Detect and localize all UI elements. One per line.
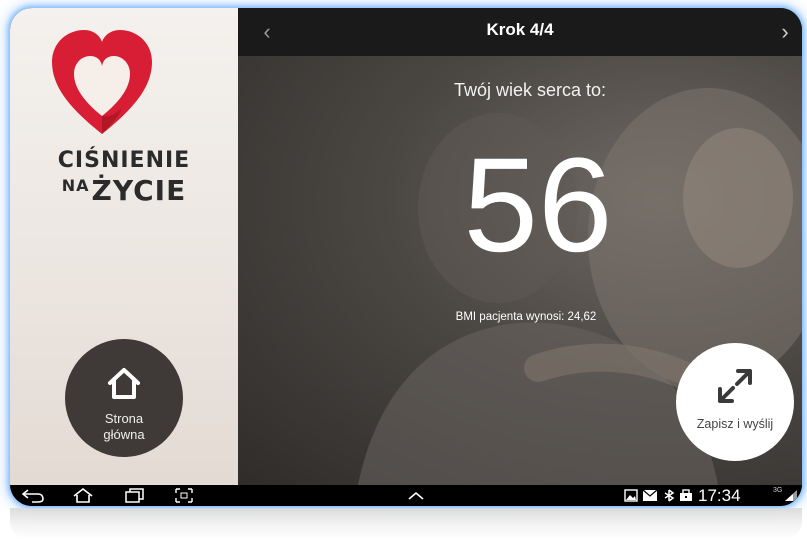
home-icon — [108, 368, 140, 399]
network-type: 3G — [773, 487, 783, 494]
next-step-button[interactable]: › — [772, 18, 798, 46]
save-and-send-button[interactable]: Zapisz i wyślij — [676, 343, 794, 461]
main-panel: ‹ Krok 4/4 › Twój wiek serca to: 56 BMI … — [238, 8, 802, 485]
logo-line-1: CIŚNIENIE — [57, 148, 191, 173]
device-reflection — [10, 508, 802, 539]
screenshot-icon[interactable] — [174, 487, 194, 504]
home-label: Strona główna — [65, 411, 183, 443]
gallery-icon — [624, 489, 638, 502]
clock: 17:34 — [698, 486, 741, 505]
up-chevron-icon[interactable] — [406, 487, 426, 504]
recent-apps-icon[interactable] — [122, 487, 148, 504]
heart-age-value: 56 — [463, 131, 613, 280]
home-label-line-2: główna — [103, 427, 145, 442]
step-header: ‹ Krok 4/4 › — [238, 8, 802, 56]
bmi-info: BMI pacjenta wynosi: 24,62 — [455, 311, 597, 323]
back-icon[interactable] — [20, 487, 46, 504]
heart-age-title: Twój wiek serca to: — [453, 80, 607, 100]
home-label-line-1: Strona — [104, 411, 144, 426]
home-nav-icon[interactable] — [70, 487, 96, 504]
mail-icon — [642, 489, 658, 501]
system-navigation-bar: 17:34 3G — [10, 485, 802, 506]
heart-logo — [52, 30, 152, 134]
save-and-send-label: Zapisz i wyślij — [696, 417, 774, 431]
home-button[interactable]: Strona główna — [65, 339, 183, 457]
brand-sidebar: CIŚNIENIE NAŻYCIE Strona główna — [10, 8, 238, 485]
briefcase-icon — [680, 489, 692, 501]
logo-line-2-word: ŻYCIE — [91, 174, 187, 207]
tablet-frame: CIŚNIENIE NAŻYCIE Strona główna ‹ Krok 4… — [10, 8, 802, 506]
logo-line-2-prefix: NA — [61, 176, 90, 195]
step-title: Krok 4/4 — [486, 20, 554, 39]
expand-arrows-icon — [718, 369, 752, 403]
bluetooth-icon — [664, 489, 675, 502]
signal-icon — [785, 490, 797, 501]
logo-line-2: NAŻYCIE — [10, 174, 238, 207]
